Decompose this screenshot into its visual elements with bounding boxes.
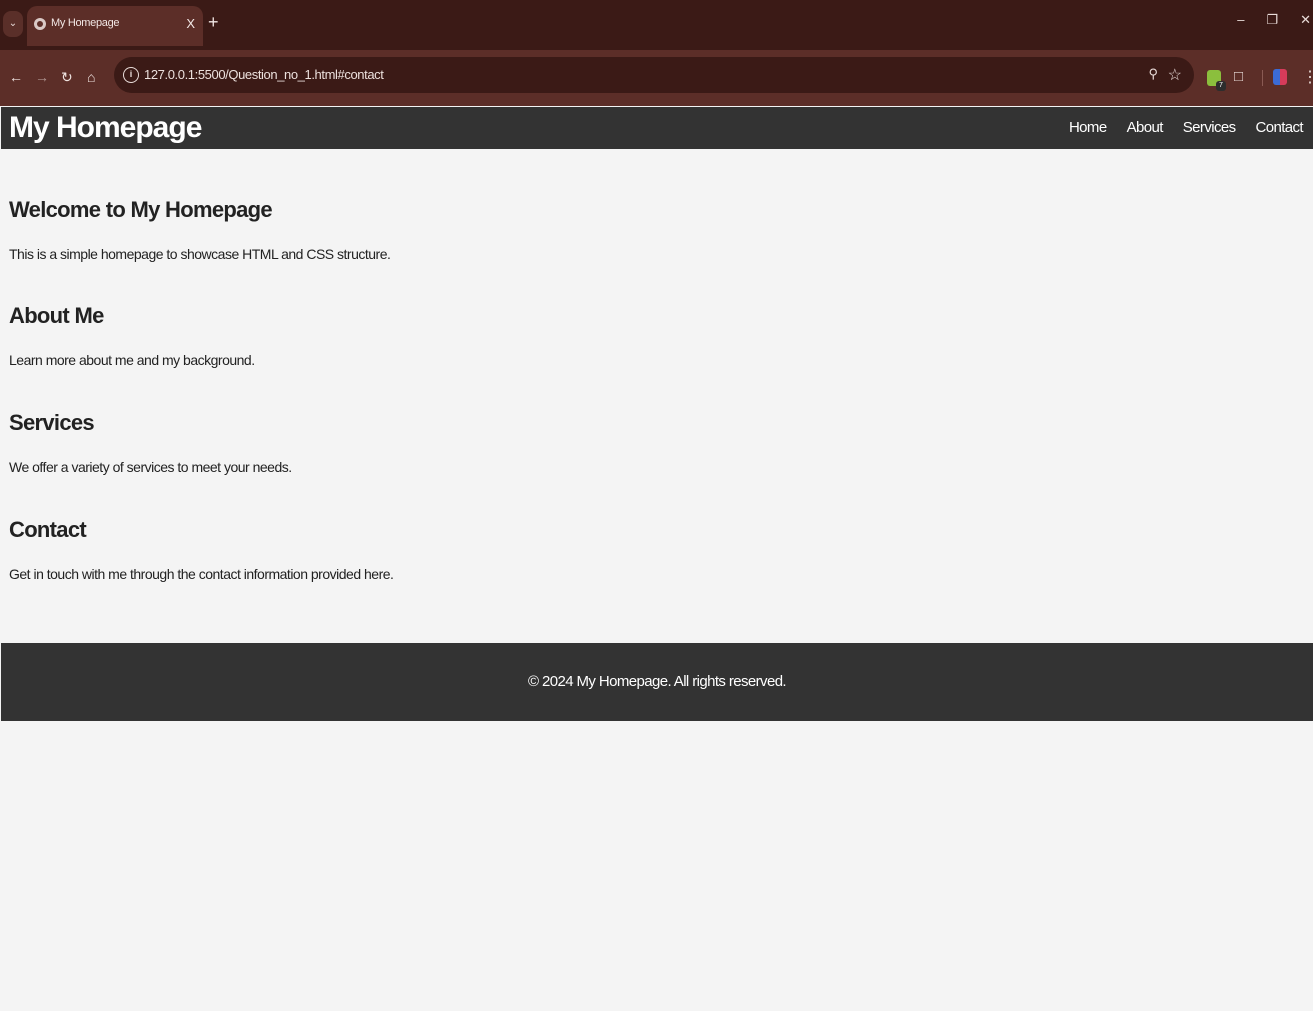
section-welcome: Welcome to My Homepage This is a simple … (9, 197, 391, 262)
window-controls: – ❐ ✕ (1237, 12, 1313, 36)
section-heading: Contact (9, 517, 87, 542)
new-tab-plus-icon[interactable]: + (208, 12, 219, 32)
section-services: Services We offer a variety of services … (9, 410, 292, 475)
site-nav: Home About Services Contact (1069, 119, 1304, 136)
site-header: My Homepage Home About Services Contact (1, 107, 1313, 149)
info-icon[interactable]: i (123, 67, 139, 83)
home-icon[interactable]: ⌂ (87, 68, 95, 86)
tab-search-chevron-down-icon[interactable]: ⌄ (3, 11, 23, 37)
forward-icon[interactable]: → (35, 68, 49, 86)
browser-tab[interactable]: My Homepage X (27, 6, 203, 46)
nav-link-about[interactable]: About (1127, 119, 1164, 136)
menu-icon[interactable]: ⋮ (1302, 67, 1313, 87)
minimize-icon[interactable]: – (1237, 12, 1244, 36)
section-text: Get in touch with me through the contact… (9, 566, 394, 582)
puzzle-icon[interactable]: □ (1234, 68, 1243, 85)
section-heading: Welcome to My Homepage (9, 197, 273, 222)
section-text: Learn more about me and my background. (9, 352, 255, 368)
globe-icon (34, 18, 46, 30)
back-icon[interactable]: ← (9, 68, 23, 86)
section-text: This is a simple homepage to showcase HT… (9, 246, 391, 262)
section-heading: Services (9, 410, 95, 435)
extension-icon[interactable]: 7 (1207, 70, 1226, 91)
address-bar[interactable]: i 127.0.0.1:5500/Question_no_1.html#cont… (114, 57, 1194, 93)
extension-badge: 7 (1216, 81, 1226, 91)
nav-link-services[interactable]: Services (1183, 119, 1236, 136)
star-icon[interactable]: ☆ (1168, 65, 1182, 85)
footer-copyright: © 2024 My Homepage. All rights reserved. (527, 673, 787, 690)
browser-tabstrip: ⌄ My Homepage X + – ❐ ✕ (0, 0, 1313, 50)
nav-link-contact[interactable]: Contact (1256, 119, 1304, 136)
restore-icon[interactable]: ❐ (1266, 12, 1278, 36)
reload-icon[interactable]: ↻ (61, 68, 73, 86)
section-text: We offer a variety of services to meet y… (9, 459, 292, 475)
section-about: About Me Learn more about me and my back… (9, 303, 255, 368)
site-title: My Homepage (9, 111, 202, 144)
zoom-icon[interactable]: ⚲ (1148, 66, 1158, 82)
close-icon[interactable]: X (186, 16, 195, 31)
window-close-icon[interactable]: ✕ (1300, 12, 1311, 36)
nav-link-home[interactable]: Home (1069, 119, 1107, 136)
profile-icon[interactable] (1273, 69, 1287, 85)
section-contact: Contact Get in touch with me through the… (9, 517, 394, 582)
url-text[interactable]: 127.0.0.1:5500/Question_no_1.html#contac… (144, 67, 384, 82)
tab-title: My Homepage (51, 17, 120, 29)
browser-toolbar: ← → ↻ ⌂ i 127.0.0.1:5500/Question_no_1.h… (0, 50, 1313, 106)
toolbar-divider (1262, 70, 1263, 86)
section-heading: About Me (9, 303, 104, 328)
site-footer: © 2024 My Homepage. All rights reserved. (1, 643, 1313, 721)
web-page: My Homepage Home About Services Contact … (1, 107, 1313, 1011)
